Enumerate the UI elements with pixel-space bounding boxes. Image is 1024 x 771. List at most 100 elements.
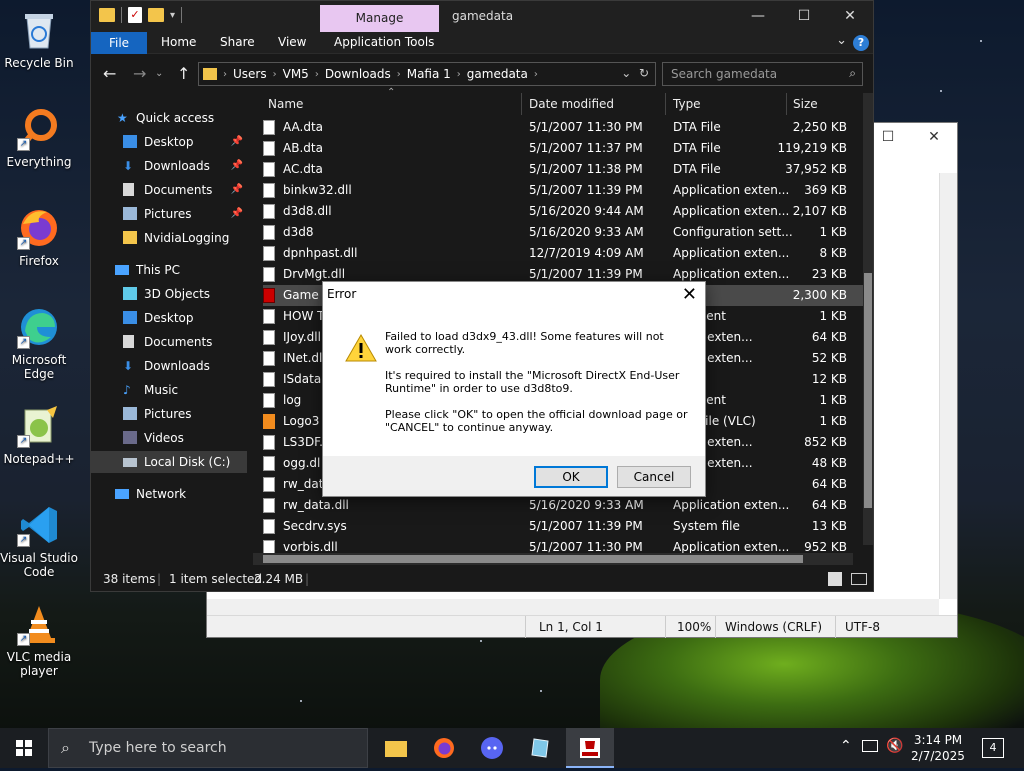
- nav-this-pc[interactable]: This PC: [91, 259, 247, 281]
- desktop-icon-everything[interactable]: ↗ Everything: [0, 107, 78, 169]
- taskbar-notepad[interactable]: [516, 728, 564, 768]
- maximize-icon[interactable]: ☐: [781, 1, 827, 32]
- manage-tab[interactable]: Manage: [320, 5, 439, 32]
- pin-icon[interactable]: 📌: [231, 155, 243, 177]
- nav-3d-objects[interactable]: 3D Objects: [91, 283, 247, 305]
- nav-videos[interactable]: Videos: [91, 427, 247, 449]
- file-list-horizontal-scrollbar[interactable]: [253, 553, 853, 565]
- table-row[interactable]: AC.dta 5/1/2007 11:38 PM DTA File 37,952 KB: [263, 159, 863, 180]
- quick-access-toolbar: ✓ ▾: [99, 7, 183, 23]
- column-header-name[interactable]: Name: [268, 97, 303, 119]
- nav-pictures-pc[interactable]: Pictures: [91, 403, 247, 425]
- details-view-icon[interactable]: [828, 572, 842, 586]
- back-arrow-icon[interactable]: ←: [103, 64, 116, 83]
- tab-view[interactable]: View: [278, 35, 306, 49]
- taskbar-firefox[interactable]: [420, 728, 468, 768]
- column-header-date[interactable]: Date modified: [529, 97, 614, 119]
- search-input[interactable]: Search gamedata ⌕: [662, 62, 863, 86]
- nav-desktop-pc[interactable]: Desktop: [91, 307, 247, 329]
- volume-muted-icon[interactable]: 🔇: [886, 738, 903, 754]
- file-list-vertical-scrollbar[interactable]: [863, 93, 873, 545]
- start-button[interactable]: [0, 728, 48, 768]
- desktop-icon-vlc[interactable]: ↗ VLC media player: [0, 602, 78, 678]
- column-header-type[interactable]: Type: [673, 97, 701, 119]
- table-row[interactable]: d3d8 5/16/2020 9:33 AM Configuration sett.…: [263, 222, 863, 243]
- pin-icon[interactable]: 📌: [231, 203, 243, 225]
- column-divider[interactable]: [521, 93, 522, 115]
- breadcrumb-vm5[interactable]: VM5: [283, 67, 309, 81]
- nav-desktop[interactable]: Desktop 📌: [91, 131, 247, 153]
- help-icon[interactable]: ?: [853, 35, 869, 51]
- nav-network[interactable]: Network: [91, 483, 247, 505]
- customize-toolbar-icon[interactable]: ▾: [170, 10, 175, 21]
- table-row[interactable]: AB.dta 5/1/2007 11:37 PM DTA File 119,219 K…: [263, 138, 863, 159]
- table-row[interactable]: rw_data.dll 5/16/2020 9:33 AM Application …: [263, 495, 863, 516]
- pin-icon[interactable]: 📌: [231, 131, 243, 153]
- breadcrumb-users[interactable]: Users: [233, 67, 267, 81]
- nav-pictures[interactable]: Pictures 📌: [91, 203, 247, 225]
- table-row[interactable]: d3d8.dll 5/16/2020 9:44 AM Application ext…: [263, 201, 863, 222]
- notification-center-button[interactable]: 4: [982, 738, 1004, 758]
- ok-button[interactable]: OK: [534, 466, 608, 488]
- scrollbar-thumb[interactable]: [864, 273, 872, 508]
- recent-locations-icon[interactable]: ⌄: [155, 68, 163, 79]
- large-icons-view-icon[interactable]: [851, 573, 867, 585]
- title-bar[interactable]: ✓ ▾ Manage gamedata — ☐ ✕: [91, 1, 873, 32]
- table-row[interactable]: binkw32.dll 5/1/2007 11:39 PM Application …: [263, 180, 863, 201]
- close-icon[interactable]: ✕: [827, 1, 873, 32]
- nav-music[interactable]: ♪ Music: [91, 379, 247, 401]
- minimize-icon[interactable]: —: [735, 1, 781, 32]
- forward-arrow-icon[interactable]: →: [133, 64, 146, 83]
- close-icon[interactable]: ✕: [911, 123, 957, 151]
- tab-home[interactable]: Home: [161, 35, 196, 49]
- tab-file[interactable]: File: [91, 32, 147, 54]
- nav-quick-access[interactable]: ★ Quick access: [91, 107, 247, 129]
- up-arrow-icon[interactable]: ↑: [177, 64, 190, 83]
- tab-application-tools[interactable]: Application Tools: [334, 35, 434, 49]
- notepad-vertical-scrollbar[interactable]: [939, 173, 957, 599]
- line-endings: Windows (CRLF): [725, 620, 823, 634]
- table-row[interactable]: dpnhpast.dll 12/7/2019 4:09 AM Application…: [263, 243, 863, 264]
- desktop-icon-notepadpp[interactable]: ↗ Notepad++: [0, 404, 78, 466]
- breadcrumb-mafia1[interactable]: Mafia 1: [407, 67, 451, 81]
- desktop-icon-edge[interactable]: ↗ Microsoft Edge: [0, 305, 78, 381]
- nav-downloads-pc[interactable]: ⬇ Downloads: [91, 355, 247, 377]
- new-folder-icon[interactable]: [148, 8, 164, 22]
- taskbar-clock[interactable]: 3:14 PM 2/7/2025: [906, 732, 970, 764]
- nav-documents[interactable]: Documents 📌: [91, 179, 247, 201]
- chevron-down-icon[interactable]: ⌄: [621, 66, 631, 80]
- desktop-icon-firefox[interactable]: ↗ Firefox: [0, 206, 78, 268]
- refresh-icon[interactable]: ↻: [639, 66, 649, 80]
- table-row[interactable]: Secdrv.sys 5/1/2007 11:39 PM System file 13…: [263, 516, 863, 537]
- taskbar-search-box[interactable]: ⌕ Type here to search: [48, 728, 368, 768]
- desktop-icon-recycle-bin[interactable]: Recycle Bin: [0, 8, 78, 70]
- scrollbar-thumb[interactable]: [263, 555, 803, 563]
- address-bar[interactable]: › Users › VM5 › Downloads › Mafia 1 › ga…: [198, 62, 656, 86]
- column-divider[interactable]: [665, 93, 666, 115]
- nav-downloads[interactable]: ⬇ Downloads 📌: [91, 155, 247, 177]
- column-divider[interactable]: [786, 93, 787, 115]
- desktop-icon-vscode[interactable]: ↗ Visual Studio Code: [0, 503, 78, 579]
- breadcrumb-gamedata[interactable]: gamedata: [467, 67, 528, 81]
- dialog-title-bar[interactable]: Error ✕: [323, 282, 705, 310]
- nav-documents-pc[interactable]: Documents: [91, 331, 247, 353]
- show-hidden-icons-icon[interactable]: ⌃: [840, 738, 852, 754]
- breadcrumb-downloads[interactable]: Downloads: [325, 67, 391, 81]
- pin-icon[interactable]: 📌: [231, 179, 243, 201]
- table-row[interactable]: AA.dta 5/1/2007 11:30 PM DTA File 2,250 KB: [263, 117, 863, 138]
- nav-local-disk[interactable]: Local Disk (C:): [91, 451, 247, 473]
- folder-icon[interactable]: [99, 8, 115, 22]
- notepad-horizontal-scrollbar[interactable]: [207, 599, 939, 615]
- properties-icon[interactable]: ✓: [128, 7, 142, 23]
- taskbar-file-explorer[interactable]: [372, 728, 420, 768]
- nav-nvidialogging[interactable]: NvidiaLogging: [91, 227, 247, 249]
- taskbar-discord[interactable]: [468, 728, 516, 768]
- error-dialog[interactable]: Error ✕ Failed to load d3dx9_43.dll! Som…: [322, 281, 706, 497]
- column-header-size[interactable]: Size: [793, 97, 818, 119]
- taskbar-mafia[interactable]: [566, 728, 614, 768]
- tab-share[interactable]: Share: [220, 35, 255, 49]
- expand-ribbon-icon[interactable]: ⌄: [836, 33, 847, 48]
- cancel-button[interactable]: Cancel: [617, 466, 691, 488]
- network-icon[interactable]: [862, 740, 878, 752]
- close-icon[interactable]: ✕: [682, 284, 697, 305]
